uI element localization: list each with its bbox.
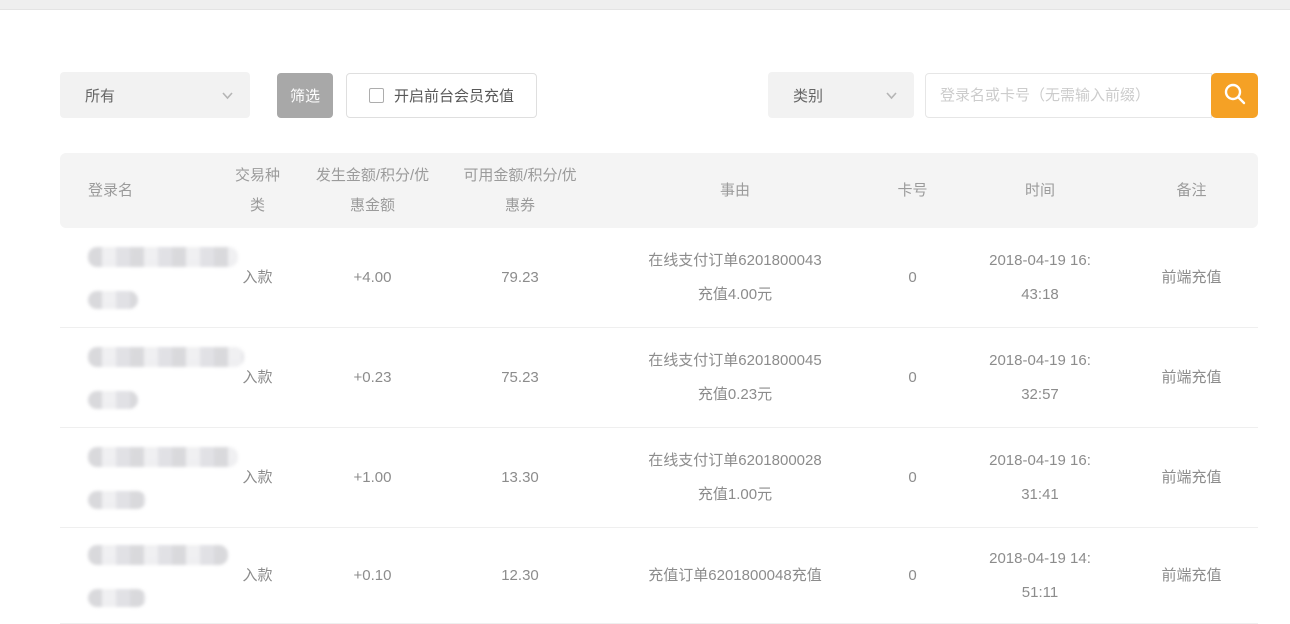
header-transaction-type: 交易种类 [210,153,305,228]
top-edge-strip [0,0,1290,10]
available-cell: 79.23 [440,228,600,327]
reason-cell: 在线支付订单6201800043充值4.00元 [600,228,870,327]
login-cell [60,528,210,623]
front-desk-recharge-toggle[interactable]: 开启前台会员充值 [346,73,537,118]
reason-cell: 充值订单6201800048充值 [600,528,870,623]
search-input[interactable] [925,73,1212,118]
time-cell: 2018-04-19 16:31:41 [955,428,1125,527]
checkbox-unchecked[interactable] [369,88,384,103]
search-icon [1222,81,1248,110]
card-cell: 0 [870,428,955,527]
remark-cell: 前端充值 [1125,228,1258,327]
login-cell [60,228,210,327]
redacted-bar [88,447,238,467]
redacted-bar [88,391,138,409]
header-card-number: 卡号 [870,153,955,228]
redacted-bar [88,545,228,565]
redacted-login [88,545,228,607]
category-filter-value: 类别 [793,85,823,106]
amount-cell: +1.00 [305,428,440,527]
reason-cell: 在线支付订单6201800045充值0.23元 [600,328,870,427]
available-cell: 75.23 [440,328,600,427]
header-time: 时间 [955,153,1125,228]
recharge-records-panel: 所有 筛选 开启前台会员充值 类别 [60,72,1258,624]
chevron-down-icon [221,89,234,102]
table-row: 入款 +0.10 12.30 充值订单6201800048充值 0 2018-0… [60,528,1258,624]
header-amount: 发生金额/积分/优惠金额 [305,153,440,228]
filter-button[interactable]: 筛选 [277,73,333,118]
redacted-bar [88,247,238,267]
checkbox-label: 开启前台会员充值 [394,85,514,106]
remark-cell: 前端充值 [1125,528,1258,623]
available-cell: 13.30 [440,428,600,527]
type-cell: 入款 [210,228,305,327]
header-login: 登录名 [60,153,210,228]
redacted-bar [88,347,244,367]
header-remark: 备注 [1125,153,1258,228]
amount-cell: +4.00 [305,228,440,327]
login-cell [60,328,210,427]
search-group [925,73,1258,118]
header-reason: 事由 [600,153,870,228]
table-header-row: 登录名 交易种类 发生金额/积分/优惠金额 可用金额/积分/优惠券 事由 卡号 … [60,153,1258,228]
login-cell [60,428,210,527]
category-filter-select[interactable]: 类别 [768,72,914,118]
time-cell: 2018-04-19 16:32:57 [955,328,1125,427]
card-cell: 0 [870,528,955,623]
card-cell: 0 [870,228,955,327]
amount-cell: +0.10 [305,528,440,623]
type-cell: 入款 [210,328,305,427]
remark-cell: 前端充值 [1125,328,1258,427]
status-filter-value: 所有 [85,85,115,106]
redacted-bar [88,491,146,509]
table-row: 入款 +4.00 79.23 在线支付订单6201800043充值4.00元 0… [60,228,1258,328]
reason-cell: 在线支付订单6201800028充值1.00元 [600,428,870,527]
status-filter-select[interactable]: 所有 [60,72,250,118]
time-cell: 2018-04-19 16:43:18 [955,228,1125,327]
table-row: 入款 +1.00 13.30 在线支付订单6201800028充值1.00元 0… [60,428,1258,528]
card-cell: 0 [870,328,955,427]
search-button[interactable] [1211,73,1258,118]
toolbar: 所有 筛选 开启前台会员充值 类别 [60,72,1258,118]
table-row: 入款 +0.23 75.23 在线支付订单6201800045充值0.23元 0… [60,328,1258,428]
type-cell: 入款 [210,428,305,527]
header-available: 可用金额/积分/优惠券 [440,153,600,228]
type-cell: 入款 [210,528,305,623]
redacted-bar [88,291,138,309]
redacted-bar [88,589,146,607]
time-cell: 2018-04-19 14:51:11 [955,528,1125,623]
available-cell: 12.30 [440,528,600,623]
chevron-down-icon [885,89,898,102]
remark-cell: 前端充值 [1125,428,1258,527]
amount-cell: +0.23 [305,328,440,427]
